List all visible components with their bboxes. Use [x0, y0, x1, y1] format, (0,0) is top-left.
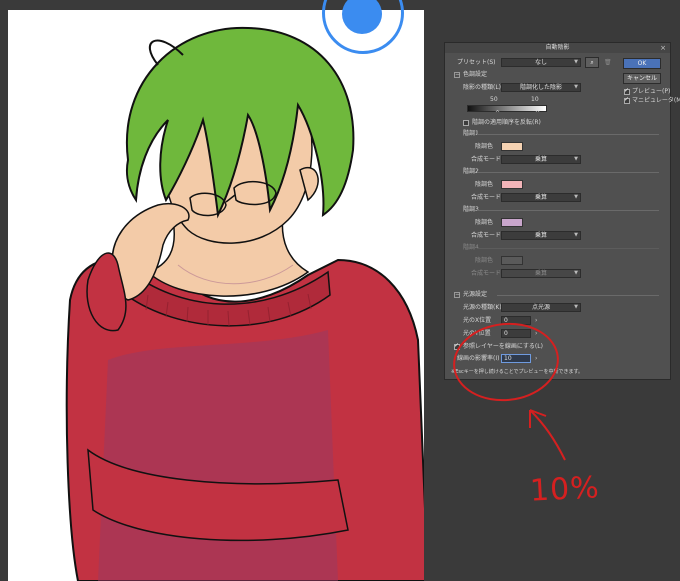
- gradient-min-value: 50: [490, 96, 498, 103]
- tone1-color-label: 陰調色: [475, 143, 494, 150]
- tone2-color-swatch[interactable]: [501, 180, 523, 189]
- divider: [477, 172, 659, 173]
- trash-icon[interactable]: 🗑: [604, 59, 612, 67]
- tone3-mode-select[interactable]: 乗算 ▼: [501, 231, 581, 240]
- light-x-label: 光のX位置: [463, 317, 492, 324]
- gradient-handle-right[interactable]: ^: [535, 110, 540, 118]
- reverse-order-checkbox[interactable]: [463, 120, 469, 126]
- shade-type-select[interactable]: 階調化した陰影 ▼: [501, 83, 581, 92]
- chevron-down-icon: ▼: [574, 156, 578, 162]
- light-y-label: 光のY位置: [463, 330, 491, 337]
- preview-label: プレビュー(P): [632, 88, 671, 95]
- light-section-title: 光源設定: [463, 291, 488, 298]
- auto-shading-dialog[interactable]: 自動陰影 × プリセット(S) なし▼ ⌕ 🗑 OK キャンセル プレビュー(P…: [444, 42, 680, 380]
- chevron-down-icon: ▼: [574, 59, 578, 65]
- tone1-color-swatch[interactable]: [501, 142, 523, 151]
- light-type-label: 光源の種類(K): [463, 304, 502, 311]
- chevron-down-icon: ▼: [574, 232, 578, 238]
- gradient-max-value: 10: [531, 96, 539, 103]
- preset-select[interactable]: なし ▼: [501, 58, 581, 67]
- tone4-color-swatch: [501, 256, 523, 265]
- divider: [497, 295, 659, 296]
- line-influence-label: 線画の影響率(I): [457, 355, 500, 362]
- tone3-color-label: 陰調色: [475, 219, 494, 226]
- gradient-handle-left[interactable]: ^: [495, 110, 500, 118]
- chevron-down-icon: ▼: [574, 304, 578, 310]
- ok-button[interactable]: OK: [623, 58, 661, 69]
- light-y-spinner-icon[interactable]: ›: [535, 329, 537, 338]
- reverse-order-label: 階調の適用順序を反転(R): [472, 119, 541, 126]
- tone4-mode-label: 合成モード: [471, 270, 502, 277]
- light-type-select[interactable]: 点光源 ▼: [501, 303, 581, 312]
- shade-section-title: 色調設定: [463, 71, 488, 78]
- tone1-mode-select[interactable]: 乗算 ▼: [501, 155, 581, 164]
- ref-layer-checkbox[interactable]: [454, 342, 460, 350]
- tone2-color-label: 陰調色: [475, 181, 494, 188]
- light-x-spinner-icon[interactable]: ›: [535, 316, 537, 325]
- dialog-title: 自動陰影: [445, 43, 670, 53]
- chevron-down-icon: ▼: [574, 270, 578, 276]
- mini-preview-label: マニピュレータ(M): [632, 97, 680, 104]
- tone2-mode-label: 合成モード: [471, 194, 502, 201]
- tone3-color-swatch[interactable]: [501, 218, 523, 227]
- tone3-mode-label: 合成モード: [471, 232, 502, 239]
- tone4-color-label: 陰調色: [475, 257, 494, 264]
- light-x-input[interactable]: 0: [501, 316, 531, 325]
- search-icon: ⌕: [590, 59, 594, 66]
- drawing-paper[interactable]: [8, 10, 424, 581]
- chevron-down-icon: ▼: [574, 84, 578, 90]
- tone2-mode-select[interactable]: 乗算 ▼: [501, 193, 581, 202]
- tone4-mode-select: 乗算 ▼: [501, 269, 581, 278]
- shade-type-label: 陰影の種類(L): [463, 84, 502, 91]
- mini-preview-checkbox[interactable]: [624, 96, 630, 104]
- preset-label: プリセット(S): [457, 59, 496, 66]
- escape-hint: ※Escキーを押し続けることでプレビューを中断できます。: [451, 369, 584, 375]
- tone1-mode-label: 合成モード: [471, 156, 502, 163]
- divider: [477, 248, 659, 249]
- annotation-text: 10%: [529, 470, 601, 509]
- preview-checkbox[interactable]: [624, 87, 630, 95]
- divider: [477, 210, 659, 211]
- chevron-down-icon: ▼: [574, 194, 578, 200]
- character-illustration: [65, 26, 424, 581]
- ref-layer-label: 参照レイヤーを線画にする(L): [463, 343, 543, 350]
- collapse-light-icon[interactable]: −: [454, 292, 460, 298]
- close-icon[interactable]: ×: [660, 43, 666, 53]
- light-y-input[interactable]: 0: [501, 329, 531, 338]
- line-influence-spinner-icon[interactable]: ›: [535, 354, 537, 363]
- cancel-button[interactable]: キャンセル: [623, 73, 661, 84]
- divider: [477, 134, 659, 135]
- line-influence-input[interactable]: 10: [501, 354, 531, 363]
- preset-search-button[interactable]: ⌕: [585, 57, 599, 68]
- collapse-shade-icon[interactable]: −: [454, 72, 460, 78]
